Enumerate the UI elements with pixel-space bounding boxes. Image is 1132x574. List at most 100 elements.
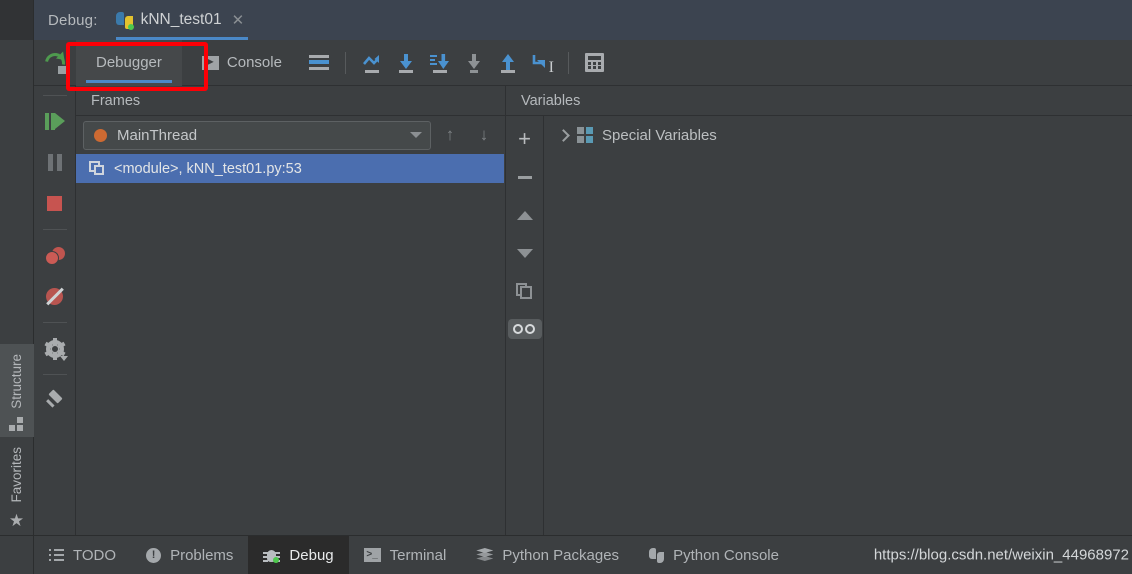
debugger-tabs-toolbar: Debugger ► Console I bbox=[34, 39, 1132, 86]
sidebar-item-structure-label: Structure bbox=[9, 353, 24, 409]
status-tab-python-packages[interactable]: Python Packages bbox=[461, 536, 634, 574]
sidebar-item-favorites-label: Favorites bbox=[9, 447, 24, 503]
view-breakpoints-button[interactable] bbox=[34, 235, 76, 276]
step-into-button[interactable] bbox=[389, 46, 423, 80]
step-into-icon bbox=[395, 52, 417, 74]
status-tab-terminal[interactable]: >_ Terminal bbox=[349, 536, 462, 574]
frame-down-button[interactable]: ↓ bbox=[469, 125, 499, 145]
step-out-button[interactable] bbox=[491, 46, 525, 80]
pin-icon bbox=[45, 388, 65, 411]
step-over-icon bbox=[361, 52, 383, 74]
thread-selector-row: MainThread ↑ ↓ bbox=[76, 116, 505, 154]
run-to-cursor-button[interactable]: I bbox=[525, 46, 559, 80]
bug-icon bbox=[263, 548, 281, 563]
status-tab-todo[interactable]: TODO bbox=[34, 536, 131, 574]
status-tab-debug-label: Debug bbox=[289, 546, 334, 564]
variables-tree: Special Variables bbox=[544, 116, 1132, 535]
inspect-watches-button[interactable] bbox=[506, 310, 544, 348]
status-tab-terminal-label: Terminal bbox=[389, 546, 447, 564]
arrow-down-icon bbox=[516, 248, 533, 258]
chevron-down-icon bbox=[410, 132, 422, 138]
debug-label: Debug: bbox=[48, 11, 98, 29]
console-icon: ► bbox=[201, 55, 219, 70]
variables-tree-item[interactable]: Special Variables bbox=[544, 121, 1132, 149]
frames-header: Frames bbox=[76, 86, 505, 116]
packages-icon bbox=[476, 548, 494, 562]
variables-tree-item-label: Special Variables bbox=[602, 126, 717, 144]
python-console-icon bbox=[649, 547, 665, 563]
titlebar-gutter bbox=[0, 0, 34, 40]
tab-console-label: Console bbox=[226, 54, 282, 71]
pin-tab-button[interactable] bbox=[34, 380, 76, 421]
gear-icon bbox=[43, 337, 68, 361]
thread-dropdown[interactable]: MainThread bbox=[83, 120, 431, 150]
status-tab-python-console-label: Python Console bbox=[673, 546, 779, 564]
run-configuration-tab[interactable]: kNN_test01 ✕ bbox=[110, 0, 255, 40]
glasses-icon bbox=[512, 323, 537, 335]
move-watch-up-button[interactable] bbox=[506, 196, 544, 234]
step-over-button[interactable] bbox=[355, 46, 389, 80]
add-watch-button[interactable]: + bbox=[506, 120, 544, 158]
chevron-right-icon[interactable] bbox=[557, 128, 570, 142]
arrow-up-icon bbox=[516, 210, 533, 220]
plus-icon: + bbox=[518, 126, 531, 151]
debugger-split: Frames MainThread ↑ ↓ <module>, kNN_test… bbox=[34, 86, 1132, 535]
gutter-separator-2 bbox=[42, 322, 67, 323]
mute-breakpoints-icon bbox=[46, 287, 64, 306]
frames-empty-area bbox=[76, 183, 505, 535]
remove-watch-button[interactable] bbox=[506, 158, 544, 196]
status-tab-todo-label: TODO bbox=[73, 546, 117, 564]
variables-content: + Special Variables bbox=[506, 116, 1132, 535]
left-tool-strip: Structure ★ Favorites bbox=[0, 40, 34, 535]
star-icon: ★ bbox=[8, 511, 25, 530]
show-execution-point-button[interactable] bbox=[302, 46, 336, 80]
force-step-into-icon bbox=[429, 52, 451, 74]
force-step-into-button[interactable] bbox=[423, 46, 457, 80]
mute-breakpoints-button[interactable] bbox=[34, 276, 76, 317]
frame-up-button[interactable]: ↑ bbox=[435, 125, 465, 145]
frame-icon bbox=[89, 161, 105, 176]
evaluate-expression-button[interactable] bbox=[578, 46, 612, 80]
variables-panel: Variables + Special Variables bbox=[506, 86, 1132, 535]
copy-value-button[interactable] bbox=[506, 272, 544, 310]
status-tab-debug[interactable]: Debug bbox=[248, 536, 349, 574]
step-out-icon bbox=[497, 52, 519, 74]
rerun-icon bbox=[41, 48, 69, 77]
gutter-separator-1 bbox=[42, 229, 67, 230]
step-into-my-code-icon bbox=[463, 52, 485, 74]
step-into-my-code-button[interactable] bbox=[457, 46, 491, 80]
status-bar-items: TODO ! Problems Debug >_ Terminal Python… bbox=[34, 536, 1132, 574]
gutter-separator-top bbox=[42, 95, 67, 96]
resume-icon bbox=[44, 113, 65, 130]
frames-panel: Frames MainThread ↑ ↓ <module>, kNN_test… bbox=[76, 86, 506, 535]
stop-program-button[interactable] bbox=[34, 183, 76, 224]
minus-icon bbox=[517, 175, 532, 179]
thread-name: MainThread bbox=[117, 126, 198, 144]
tab-debugger-underline bbox=[86, 79, 172, 83]
sidebar-item-structure[interactable]: Structure bbox=[0, 343, 34, 438]
toolbar-separator bbox=[344, 51, 346, 74]
status-bar: TODO ! Problems Debug >_ Terminal Python… bbox=[0, 535, 1132, 574]
rerun-button[interactable] bbox=[34, 48, 76, 77]
watches-gutter: + bbox=[506, 116, 544, 535]
sidebar-item-favorites[interactable]: ★ Favorites bbox=[0, 437, 34, 535]
tab-console[interactable]: ► Console bbox=[182, 40, 302, 86]
tab-debugger[interactable]: Debugger bbox=[76, 39, 182, 86]
close-icon[interactable]: ✕ bbox=[232, 13, 245, 28]
move-watch-down-button[interactable] bbox=[506, 234, 544, 272]
problems-icon: ! bbox=[146, 547, 162, 563]
run-to-cursor-icon: I bbox=[531, 52, 554, 76]
settings-button[interactable] bbox=[34, 328, 76, 369]
status-tab-python-console[interactable]: Python Console bbox=[634, 536, 794, 574]
resume-program-button[interactable] bbox=[34, 101, 76, 142]
toolbar-separator-2 bbox=[567, 51, 569, 74]
main-body: Structure ★ Favorites Debugger ► Console… bbox=[0, 39, 1132, 535]
pause-program-button[interactable] bbox=[34, 142, 76, 183]
text-cursor-icon: I bbox=[548, 58, 554, 76]
pycharm-debug-window: Debug: kNN_test01 ✕ Structure ★ Favorite… bbox=[0, 0, 1132, 574]
status-tab-problems-label: Problems bbox=[170, 546, 234, 564]
frame-list-item[interactable]: <module>, kNN_test01.py:53 bbox=[76, 154, 504, 183]
run-configuration-name: kNN_test01 bbox=[140, 11, 222, 28]
debug-actions-gutter bbox=[34, 86, 76, 535]
status-tab-problems[interactable]: ! Problems bbox=[131, 536, 248, 574]
